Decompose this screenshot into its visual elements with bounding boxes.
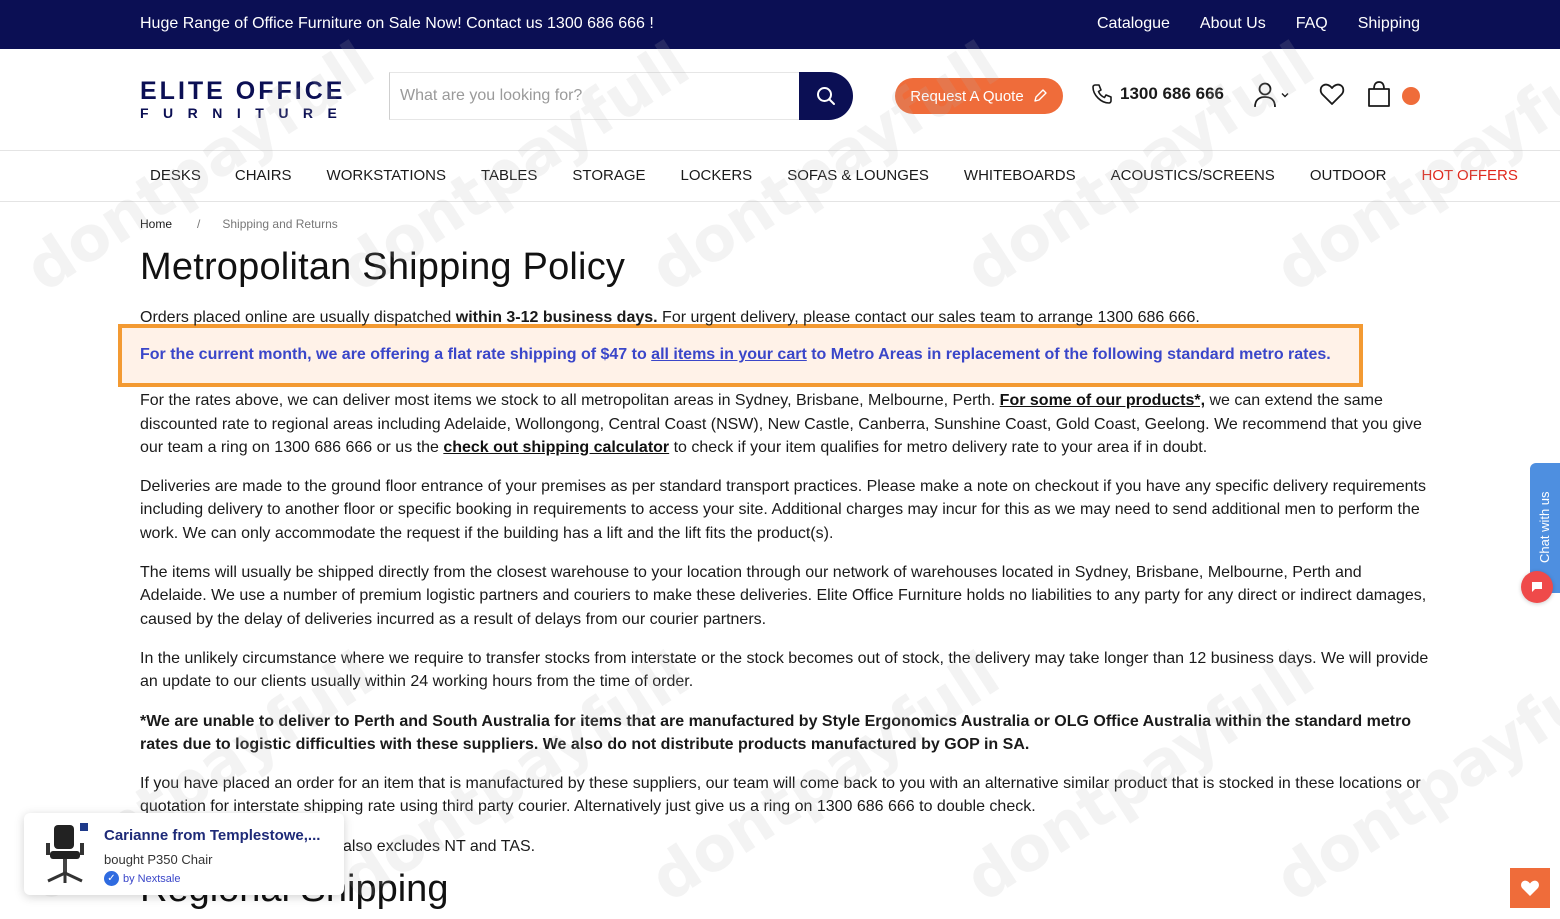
breadcrumb-home[interactable]: Home bbox=[140, 217, 172, 231]
paragraph-dispatch: Orders placed online are usually dispatc… bbox=[140, 306, 1430, 329]
chevron-down-icon bbox=[1281, 93, 1289, 98]
paragraph-deliveries: Deliveries are made to the ground floor … bbox=[140, 478, 1426, 542]
heart-icon bbox=[1521, 880, 1539, 896]
cart-button[interactable] bbox=[1366, 80, 1392, 113]
logo-line2: FURNITURE bbox=[140, 105, 352, 121]
breadcrumb-current: Shipping and Returns bbox=[222, 217, 338, 231]
all-items-link[interactable]: all items in your cart bbox=[651, 346, 807, 363]
nav-item-desks[interactable]: DESKS bbox=[150, 167, 201, 184]
heart-icon bbox=[1319, 83, 1345, 105]
nav-item-whiteboards[interactable]: WHITEBOARDS bbox=[964, 167, 1076, 184]
search-input[interactable] bbox=[389, 72, 799, 120]
account-menu[interactable] bbox=[1252, 81, 1290, 109]
p1-bold: within 3-12 business days. bbox=[455, 309, 658, 326]
recent-purchase-popup[interactable]: Carianne from Templestowe,... bought P35… bbox=[24, 813, 344, 895]
breadcrumb: Home / Shipping and Returns bbox=[140, 217, 338, 231]
popup-source-label: by Nextsale bbox=[123, 872, 181, 885]
phone-icon bbox=[1092, 84, 1112, 104]
search-icon bbox=[817, 87, 835, 105]
purchase-item: bought P350 Chair bbox=[104, 852, 213, 867]
cart-count-badge bbox=[1402, 87, 1420, 105]
some-products-link[interactable]: For some of our products*, bbox=[1000, 392, 1205, 409]
request-quote-label: Request A Quote bbox=[910, 87, 1024, 105]
shopping-bag-icon bbox=[1368, 81, 1390, 107]
nav-item-storage[interactable]: STORAGE bbox=[572, 167, 645, 184]
main-nav: DESKS CHAIRS WORKSTATIONS TABLES STORAGE… bbox=[0, 151, 1560, 202]
request-quote-button[interactable]: Request A Quote bbox=[895, 78, 1063, 114]
paragraph-suppliers: If you have placed an order for an item … bbox=[140, 775, 1421, 816]
logo-line1: ELITE OFFICE bbox=[140, 77, 346, 105]
nav-item-outdoor[interactable]: OUTDOOR bbox=[1310, 167, 1387, 184]
verified-check-icon: ✓ bbox=[104, 871, 119, 886]
chair-thumbnail bbox=[46, 823, 88, 883]
top-link-catalogue[interactable]: Catalogue bbox=[1097, 15, 1170, 33]
notice-text-b: to Metro Areas in replacement of the fol… bbox=[806, 346, 1331, 363]
nav-item-sofas-lounges[interactable]: SOFAS & LOUNGES bbox=[787, 167, 929, 184]
nav-item-workstations[interactable]: WORKSTATIONS bbox=[327, 167, 446, 184]
user-icon bbox=[1254, 82, 1276, 108]
nav-item-lockers[interactable]: LOCKERS bbox=[681, 167, 753, 184]
paragraph-exclusions: *We are unable to deliver to Perth and S… bbox=[140, 710, 1430, 757]
policy-content: Orders placed online are usually dispatc… bbox=[140, 306, 1430, 874]
top-links: Catalogue About Us FAQ Shipping bbox=[1097, 15, 1420, 33]
top-link-faq[interactable]: FAQ bbox=[1296, 15, 1328, 33]
paragraph-rates: For the rates above, we can deliver most… bbox=[140, 389, 1430, 459]
purchaser-name: Carianne from Templestowe,... bbox=[104, 827, 321, 844]
pencil-icon bbox=[1034, 89, 1047, 102]
p2-text-c: to check if your item qualifies for metr… bbox=[669, 438, 1208, 456]
top-link-shipping[interactable]: Shipping bbox=[1358, 15, 1420, 33]
nav-item-chairs[interactable]: CHAIRS bbox=[235, 167, 292, 184]
paragraph-warehouses: The items will usually be shipped direct… bbox=[140, 564, 1427, 628]
nav-item-hot-offers[interactable]: HOT OFFERS bbox=[1421, 167, 1517, 184]
notice-text-a: For the current month, we are offering a… bbox=[140, 346, 652, 363]
paragraph-interstate: In the unlikely circumstance where we re… bbox=[140, 649, 1429, 691]
chat-bubble-button[interactable] bbox=[1521, 571, 1553, 603]
phone-number: 1300 686 666 bbox=[1120, 84, 1224, 103]
p1-text-a: Orders placed online are usually dispatc… bbox=[140, 309, 456, 326]
p6-bold: *We are unable to deliver to Perth and S… bbox=[140, 712, 1412, 753]
flat-rate-notice: For the current month, we are offering a… bbox=[140, 346, 1331, 364]
promo-text: Huge Range of Office Furniture on Sale N… bbox=[140, 15, 654, 32]
shipping-calculator-link[interactable]: check out shipping calculator bbox=[443, 439, 669, 456]
nav-item-tables[interactable]: TABLES bbox=[481, 167, 537, 184]
p1-text-c: For urgent delivery, please contact our … bbox=[657, 309, 1200, 326]
search-bar bbox=[389, 72, 853, 120]
phone-link[interactable]: 1300 686 666 bbox=[1090, 82, 1224, 106]
chat-tab-label: Chat with us bbox=[1537, 491, 1552, 563]
wishlist-floating-button[interactable] bbox=[1510, 868, 1550, 908]
p2-text-a: For the rates above, we can deliver most… bbox=[140, 392, 1000, 410]
breadcrumb-separator: / bbox=[197, 217, 201, 231]
site-header: ELITE OFFICE FURNITURE Request A Quote 1… bbox=[0, 49, 1560, 151]
search-button[interactable] bbox=[799, 72, 853, 120]
logo[interactable]: ELITE OFFICE FURNITURE bbox=[140, 77, 352, 122]
nav-item-acoustics-screens[interactable]: ACOUSTICS/SCREENS bbox=[1111, 167, 1275, 184]
top-link-about-us[interactable]: About Us bbox=[1200, 15, 1266, 33]
announcement-bar: Huge Range of Office Furniture on Sale N… bbox=[0, 0, 1560, 49]
page-title: Metropolitan Shipping Policy bbox=[140, 246, 626, 288]
wishlist-button[interactable] bbox=[1319, 82, 1345, 111]
popup-source: ✓ by Nextsale bbox=[104, 871, 180, 886]
chat-icon bbox=[1532, 582, 1542, 592]
